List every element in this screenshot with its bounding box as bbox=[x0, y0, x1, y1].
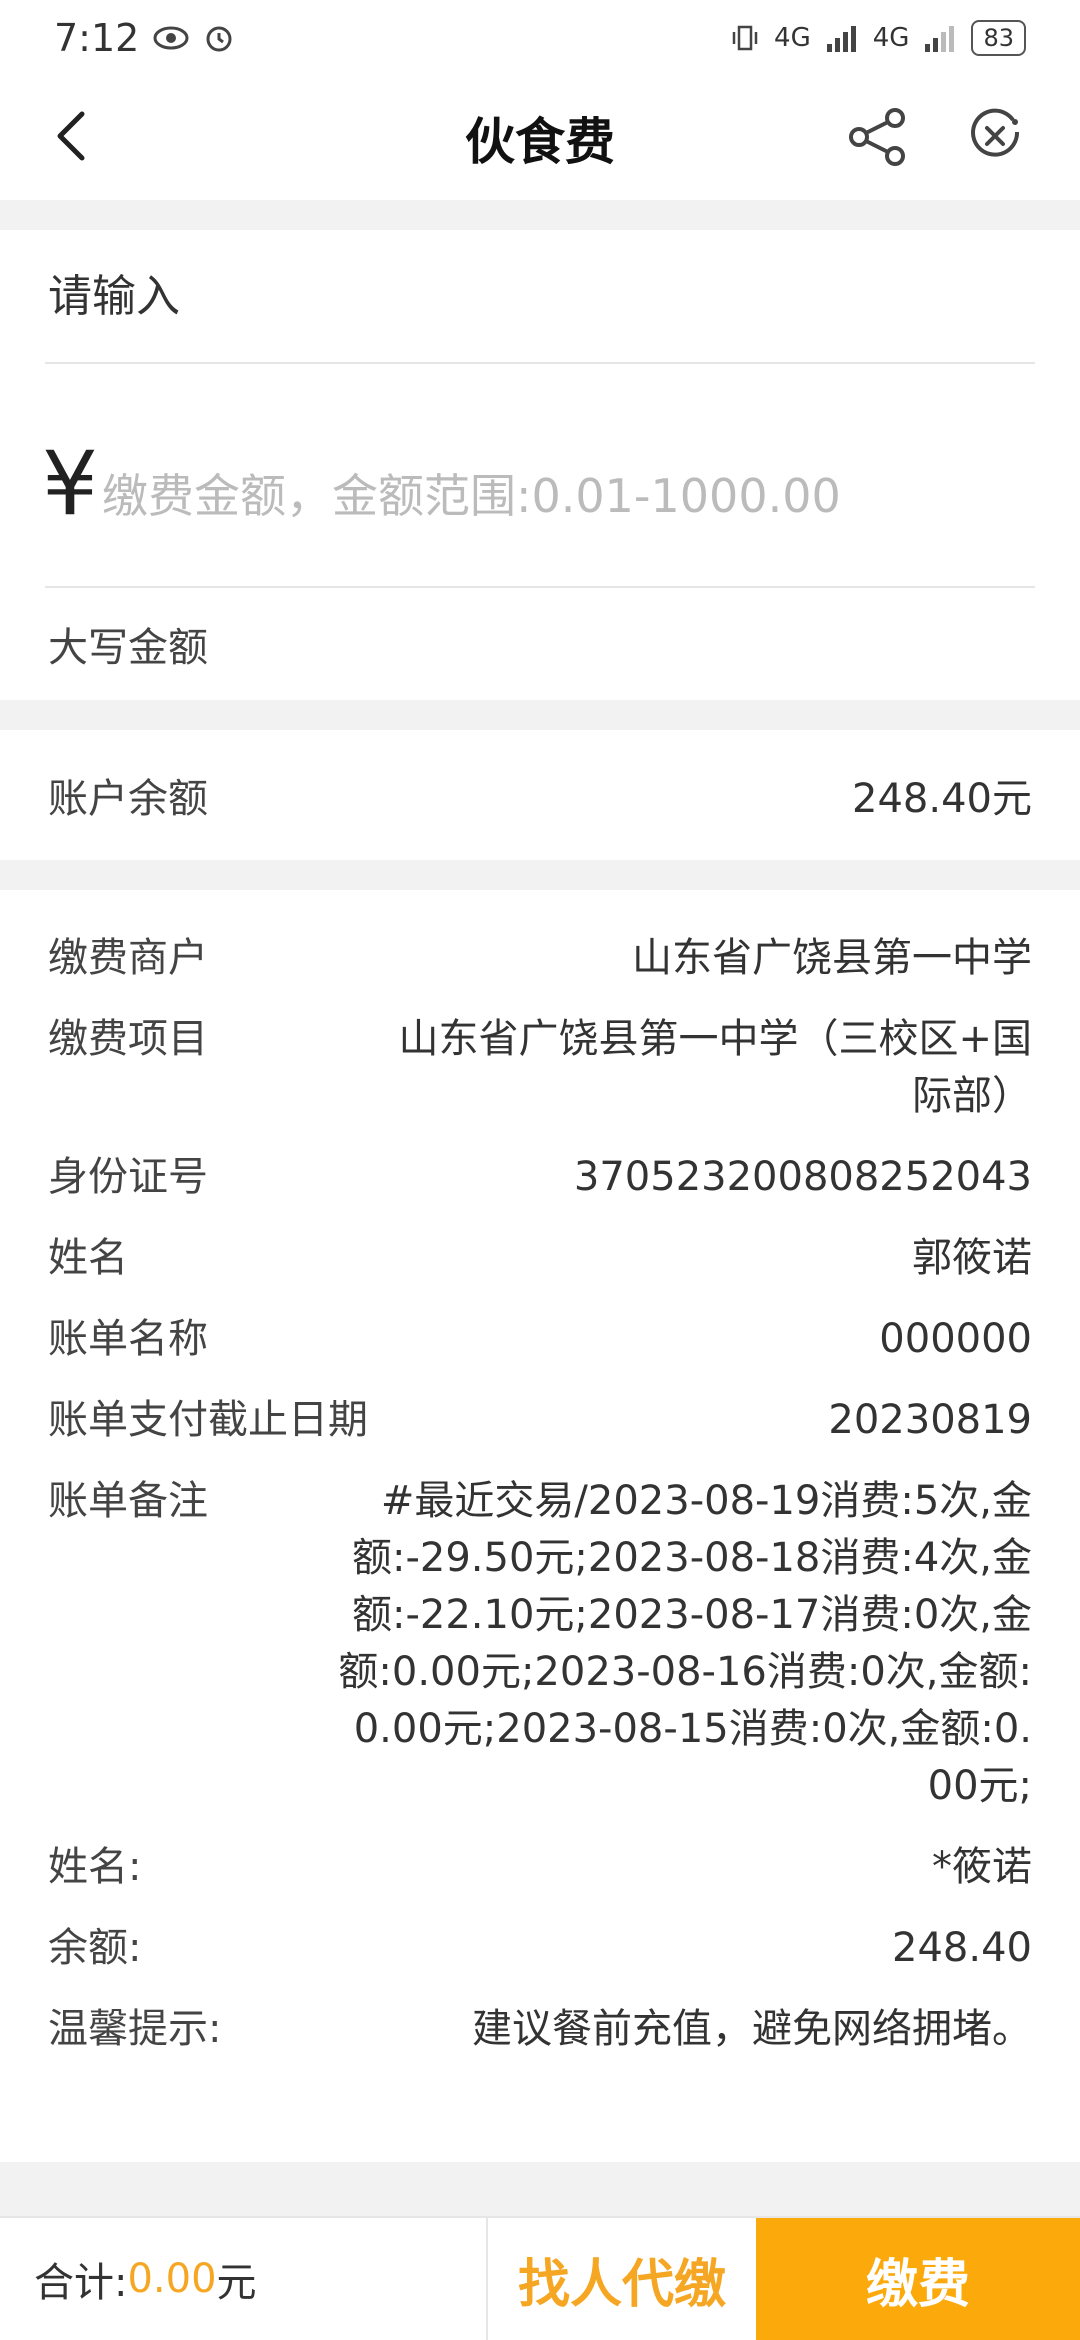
total-amount: 0.00 bbox=[127, 2256, 217, 2302]
currency-symbol: ¥ bbox=[42, 432, 98, 535]
detail-list: 缴费商户 山东省广饶县第一中学 缴费项目 山东省广饶县第一中学（三校区+国际部）… bbox=[48, 930, 1032, 2082]
pay-on-behalf-button[interactable]: 找人代缴 bbox=[488, 2218, 756, 2340]
detail-value: 370523200808252043 bbox=[573, 1154, 1032, 1200]
bill-details-section: 缴费商户 山东省广饶县第一中学 缴费项目 山东省广饶县第一中学（三校区+国际部）… bbox=[0, 890, 1080, 2162]
detail-key: 余额: bbox=[48, 1925, 142, 1971]
share-icon[interactable] bbox=[845, 104, 911, 170]
detail-value: 20230819 bbox=[828, 1397, 1032, 1443]
total-unit: 元 bbox=[216, 2260, 257, 2306]
detail-value: 000000 bbox=[879, 1316, 1032, 1362]
detail-row-bill-note: 账单备注 #最近交易/2023-08-19消费:5次,金额:-29.50元;20… bbox=[48, 1473, 1032, 1815]
balance-section: 账户余额 248.40元 bbox=[0, 730, 1080, 860]
detail-row-merchant: 缴费商户 山东省广饶县第一中学 bbox=[48, 930, 1032, 987]
detail-value: #最近交易/2023-08-19消费:5次,金额:-29.50元;2023-08… bbox=[338, 1478, 1032, 1809]
balance-label: 账户余额 bbox=[48, 776, 208, 822]
detail-row-name-masked: 姓名: *筱诺 bbox=[48, 1839, 1032, 1896]
detail-row-name: 姓名 郭筱诺 bbox=[48, 1230, 1032, 1287]
total-label: 合计: bbox=[34, 2260, 128, 2306]
signal-icon bbox=[826, 26, 856, 52]
detail-row-item: 缴费项目 山东省广饶县第一中学（三校区+国际部） bbox=[48, 1011, 1032, 1125]
nav-bar: 伙食费 bbox=[0, 76, 1080, 200]
detail-value: 山东省广饶县第一中学（三校区+国际部） bbox=[398, 1016, 1032, 1119]
detail-key: 温馨提示: bbox=[48, 2006, 222, 2052]
close-icon[interactable] bbox=[965, 106, 1025, 166]
status-right: 4G 4G 83 bbox=[730, 20, 1026, 56]
detail-row-bill-name: 账单名称 000000 bbox=[48, 1311, 1032, 1368]
detail-key: 账单名称 bbox=[48, 1316, 208, 1362]
back-icon[interactable] bbox=[44, 106, 104, 166]
detail-value: *筱诺 bbox=[932, 1844, 1032, 1890]
amount-input-section: 请输入 ¥ 大写金额 bbox=[0, 230, 1080, 700]
status-time: 7:12 bbox=[54, 16, 140, 60]
detail-key: 账单备注 bbox=[48, 1478, 208, 1524]
total-summary: 合计: 0.00 元 bbox=[0, 2218, 488, 2340]
signal-icon-2 bbox=[925, 26, 955, 52]
detail-row-balance: 余额: 248.40 bbox=[48, 1920, 1032, 1977]
bottom-action-bar: 合计: 0.00 元 找人代缴 缴费 bbox=[0, 2216, 1080, 2340]
divider bbox=[45, 362, 1035, 364]
detail-row-tip: 温馨提示: 建议餐前充值，避免网络拥堵。 bbox=[48, 2001, 1032, 2058]
detail-value: 建议餐前充值，避免网络拥堵。 bbox=[472, 2006, 1032, 2052]
detail-value: 郭筱诺 bbox=[912, 1235, 1032, 1281]
divider bbox=[45, 586, 1035, 588]
eye-icon bbox=[153, 26, 189, 50]
status-left: 7:12 bbox=[54, 16, 235, 60]
network-label-2: 4G bbox=[872, 23, 910, 53]
detail-key: 账单支付截止日期 bbox=[48, 1397, 368, 1443]
detail-key: 缴费项目 bbox=[48, 1016, 208, 1062]
detail-key: 缴费商户 bbox=[48, 935, 208, 981]
pay-button[interactable]: 缴费 bbox=[756, 2218, 1080, 2340]
detail-key: 姓名: bbox=[48, 1844, 142, 1890]
amount-input[interactable] bbox=[100, 440, 1024, 552]
detail-key: 姓名 bbox=[48, 1235, 128, 1281]
page-title: 伙食费 bbox=[465, 113, 615, 171]
uppercase-amount-label: 大写金额 bbox=[48, 625, 208, 671]
detail-row-due-date: 账单支付截止日期 20230819 bbox=[48, 1392, 1032, 1449]
status-bar: 7:12 4G 4G 83 bbox=[0, 0, 1080, 76]
vibrate-icon bbox=[732, 25, 758, 51]
battery-icon: 83 bbox=[971, 20, 1026, 56]
detail-key: 身份证号 bbox=[48, 1154, 208, 1200]
detail-row-id-number: 身份证号 370523200808252043 bbox=[48, 1149, 1032, 1206]
detail-value: 山东省广饶县第一中学 bbox=[632, 935, 1032, 981]
detail-value: 248.40 bbox=[892, 1925, 1032, 1971]
input-label: 请输入 bbox=[48, 271, 180, 322]
alarm-icon bbox=[206, 26, 232, 52]
balance-value: 248.40元 bbox=[852, 776, 1032, 822]
network-label-1: 4G bbox=[774, 23, 811, 53]
